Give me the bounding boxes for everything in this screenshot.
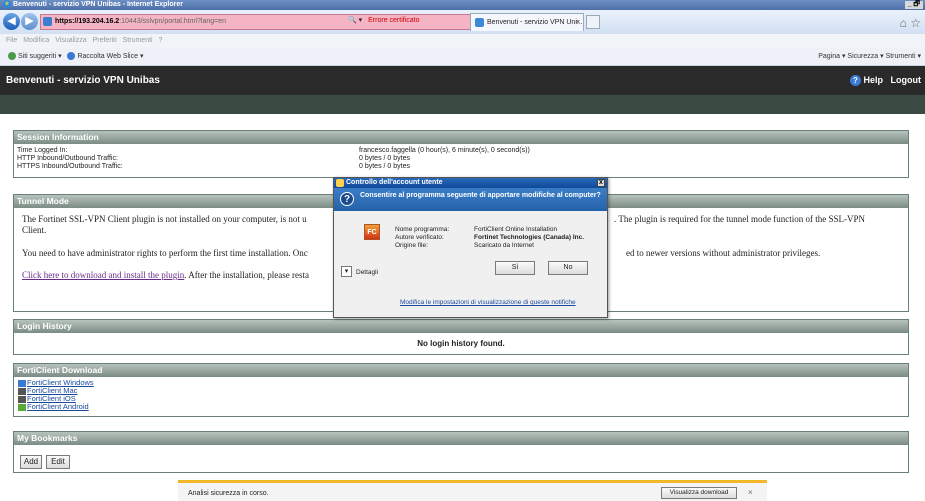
install-line: Click here to download and install the p… xyxy=(22,270,309,281)
notification-close-icon[interactable]: × xyxy=(748,488,753,497)
home-star-icon[interactable]: ⌂ ☆ xyxy=(900,16,921,30)
download-link-mac[interactable]: FortiClient Mac xyxy=(14,387,908,395)
header-band xyxy=(0,95,925,114)
uac-question-band: ? Consentire al programma seguente di ap… xyxy=(334,188,607,211)
admin-text-start: You need to have administrator rights to… xyxy=(22,248,308,258)
ie-logo-icon: e xyxy=(3,0,11,9)
session-label: HTTPS Inbound/Outbound Traffic: xyxy=(17,163,123,170)
tunnel-text-start: The Fortinet SSL-VPN Client plugin is no… xyxy=(22,214,307,224)
login-history-heading: Login History xyxy=(14,320,908,333)
web-slice-gallery[interactable]: Raccolta Web Slice ▾ xyxy=(77,53,143,60)
session-label: Time Logged In: xyxy=(17,147,68,154)
download-panel: FortiClient Download FortiClient Windows… xyxy=(13,363,909,417)
suggested-sites-icon xyxy=(8,52,16,61)
tunnel-text-line2: Client. xyxy=(22,225,47,235)
no-button[interactable]: No xyxy=(548,261,588,275)
view-downloads-button[interactable]: Visualizza download xyxy=(661,487,737,499)
page-title: Benvenuti - servizio VPN Unibas xyxy=(6,75,160,86)
certificate-error-badge[interactable]: Errore certificato xyxy=(368,17,419,24)
header-actions: ? Help Logout xyxy=(849,66,922,95)
new-tab-button[interactable] xyxy=(586,15,600,29)
menu-bar[interactable]: File Modifica Visualizza Preferiti Strum… xyxy=(0,34,925,48)
notification-text: Analisi sicurezza in corso. xyxy=(188,490,269,497)
ios-icon xyxy=(18,395,26,403)
add-bookmark-button[interactable]: Add xyxy=(20,455,42,469)
url-path: :10443/sslvpn/portal.html?lang=en xyxy=(119,18,227,25)
session-value: 0 bytes / 0 bytes xyxy=(359,163,410,170)
address-tools: 🔍 ▾ Errore certificato xyxy=(348,15,420,27)
help-link[interactable]: Help xyxy=(863,75,883,85)
details-toggle-icon[interactable]: ▾ xyxy=(341,266,352,277)
page-icon xyxy=(43,17,52,26)
session-value: francesco.faggella (0 hour(s), 6 minute(… xyxy=(359,147,530,154)
logout-link[interactable]: Logout xyxy=(891,75,922,85)
download-link-windows[interactable]: FortiClient Windows xyxy=(14,379,908,387)
uac-close-button[interactable]: x xyxy=(597,179,605,187)
forward-arrow-icon[interactable]: ▶ xyxy=(21,13,38,30)
edit-bookmark-button[interactable]: Edit xyxy=(46,455,70,469)
session-label: HTTP Inbound/Outbound Traffic: xyxy=(17,155,118,162)
tab-title: Benvenuti - servizio VPN Uni... xyxy=(487,19,583,26)
login-history-panel: Login History No login history found. xyxy=(13,319,909,355)
after-install-text: . After the installation, please resta xyxy=(184,270,309,280)
tab-close-icon[interactable]: × xyxy=(576,14,580,31)
download-heading: FortiClient Download xyxy=(14,364,908,377)
uac-shield-icon xyxy=(336,179,344,187)
uac-question: Consentire al programma seguente di appo… xyxy=(360,192,601,199)
web-slice-icon xyxy=(67,52,76,61)
download-link-ios[interactable]: FortiClient iOS xyxy=(14,395,908,403)
windows-icon xyxy=(18,379,26,387)
session-value: 0 bytes / 0 bytes xyxy=(359,155,410,162)
uac-title-bar: Controllo dell'account utente x xyxy=(334,178,607,188)
window-title-bar: e Benvenuti - servizio VPN Unibas - Inter… xyxy=(0,0,925,10)
program-icon: FC xyxy=(364,224,380,240)
uac-value: FortiClient Online Installation xyxy=(474,226,558,233)
question-icon: ? xyxy=(340,192,354,206)
uac-label: Nome programma: xyxy=(395,226,450,233)
url-host: https://193.204.16.2 xyxy=(55,18,120,25)
install-plugin-link[interactable]: Click here to download and install the p… xyxy=(22,270,184,280)
suggested-sites[interactable]: Siti suggeriti ▾ xyxy=(18,53,62,60)
back-arrow-icon[interactable]: ◀ xyxy=(3,13,20,30)
apple-icon xyxy=(18,387,26,395)
details-label[interactable]: Dettagli xyxy=(356,269,378,276)
android-icon xyxy=(18,403,26,411)
tab-favicon-icon xyxy=(475,18,484,27)
uac-value: Fortinet Technologies (Canada) Inc. xyxy=(474,234,585,241)
window-title: Benvenuti - servizio VPN Unibas - Intern… xyxy=(13,1,183,8)
admin-text-end: ed to newer versions without administrat… xyxy=(626,248,821,258)
help-icon[interactable]: ? xyxy=(849,75,861,87)
download-link-android[interactable]: FortiClient Android xyxy=(14,403,908,411)
address-bar[interactable]: https://193.204.16.2:10443/sslvpn/portal… xyxy=(40,14,540,30)
search-icon[interactable]: 🔍 ▾ xyxy=(348,17,362,24)
uac-value: Scaricato da Internet xyxy=(474,242,534,249)
tab-vpn[interactable]: Benvenuti - servizio VPN Uni... × xyxy=(470,13,584,31)
window-controls[interactable]: _ 🗗 xyxy=(904,1,923,9)
tunnel-text-end: . The plugin is required for the tunnel … xyxy=(614,214,866,224)
bookmarks-panel: My Bookmarks Add Edit xyxy=(13,431,909,473)
uac-label: Origine file: xyxy=(395,242,428,249)
no-login-history: No login history found. xyxy=(417,339,505,348)
uac-label: Autore verificato: xyxy=(395,234,444,241)
uac-title: Controllo dell'account utente xyxy=(346,179,443,186)
change-notification-settings-link[interactable]: Modifica le impostazioni di visualizzazi… xyxy=(400,299,576,306)
download-notification-bar: Analisi sicurezza in corso. Visualizza d… xyxy=(178,480,767,501)
session-heading: Session Information xyxy=(14,131,908,144)
favorites-bar: Siti suggeriti ▾ Raccolta Web Slice ▾ Pa… xyxy=(0,48,925,66)
bookmarks-heading: My Bookmarks xyxy=(14,432,908,445)
command-bar[interactable]: Pagina ▾ Sicurezza ▾ Strumenti ▾ xyxy=(818,48,921,66)
session-panel: Session Information Time Logged In: fran… xyxy=(13,130,909,178)
vpn-header: Benvenuti - servizio VPN Unibas ? Help L… xyxy=(0,66,925,95)
address-row: ◀ ▶ https://193.204.16.2:10443/sslvpn/po… xyxy=(0,10,925,34)
yes-button[interactable]: Sì xyxy=(495,261,535,275)
uac-dialog: Controllo dell'account utente x ? Consen… xyxy=(333,177,608,318)
